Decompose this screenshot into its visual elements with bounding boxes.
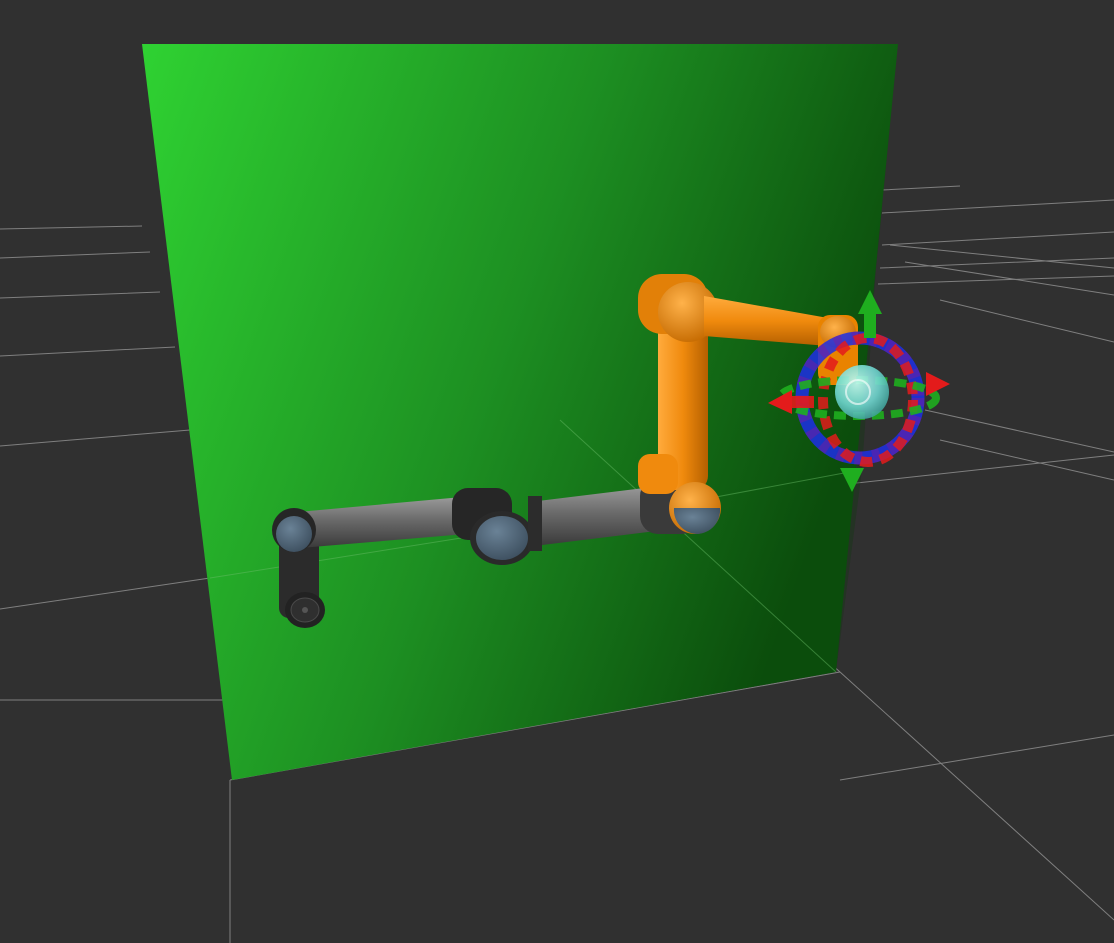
x-move-arrow-right[interactable] (926, 372, 950, 396)
scene-canvas[interactable] (0, 0, 1114, 943)
end-effector-sphere-icon[interactable] (835, 365, 889, 419)
green-wall (142, 44, 898, 780)
3d-viewport[interactable] (0, 0, 1114, 943)
